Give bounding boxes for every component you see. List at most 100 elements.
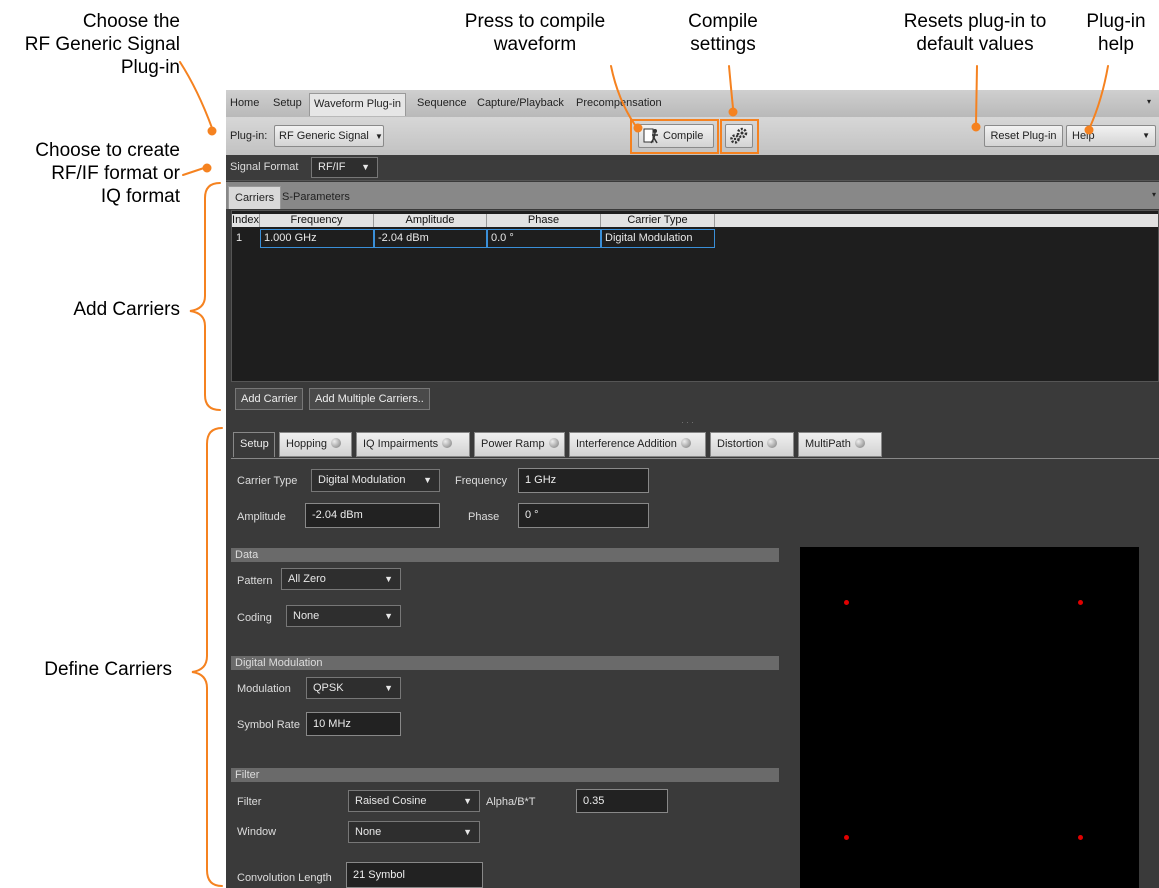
add-multiple-carriers-button[interactable]: Add Multiple Carriers.. — [309, 388, 430, 410]
column-header-phase[interactable]: Phase — [487, 214, 601, 227]
plugin-select-value: RF Generic Signal — [279, 130, 369, 142]
tab-hopping[interactable]: Hopping — [279, 432, 352, 457]
filter-select[interactable]: Raised Cosine ▼ — [348, 790, 480, 812]
plugin-label: Plug-in: — [230, 130, 268, 142]
alpha-label: Alpha/B*T — [486, 796, 536, 808]
symbol-rate-field[interactable]: 10 MHz — [306, 712, 401, 736]
carrier-table: Index Frequency Amplitude Phase Carrier … — [231, 210, 1159, 382]
coding-label: Coding — [237, 612, 272, 624]
cell-amplitude[interactable]: -2.04 dBm — [374, 229, 487, 248]
constellation-point — [844, 835, 849, 840]
dropdown-arrow-icon: ▼ — [374, 132, 383, 141]
tab-status-dot-icon — [767, 438, 778, 448]
phase-label: Phase — [468, 511, 500, 523]
frequency-label: Frequency — [455, 475, 507, 487]
modulation-label: Modulation — [237, 683, 291, 695]
menu-home[interactable]: Home — [230, 97, 259, 109]
menu-overflow-icon[interactable]: ▾ — [1147, 97, 1151, 106]
dropdown-arrow-icon: ▼ — [463, 827, 472, 837]
tab-status-dot-icon — [854, 438, 865, 448]
filter-section-header: Filter — [231, 768, 779, 782]
modulation-section-header: Digital Modulation — [231, 656, 779, 670]
dropdown-arrow-icon: ▼ — [361, 162, 370, 172]
frequency-field[interactable]: 1 GHz — [518, 468, 649, 493]
compile-settings-highlight — [720, 119, 759, 154]
convolution-length-field[interactable]: 21 Symbol — [346, 862, 483, 888]
tab-status-dot-icon — [548, 438, 559, 448]
compile-button-highlight — [630, 119, 719, 154]
cell-index[interactable]: 1 — [232, 229, 260, 248]
constellation-point — [1078, 600, 1083, 605]
menu-capture-playback[interactable]: Capture/Playback — [477, 97, 564, 109]
tab-power-ramp[interactable]: Power Ramp — [474, 432, 565, 457]
tab-interference-addition[interactable]: Interference Addition — [569, 432, 706, 457]
dropdown-arrow-icon: ▼ — [384, 611, 393, 621]
symbol-rate-label: Symbol Rate — [237, 719, 300, 731]
modulation-select[interactable]: QPSK ▼ — [306, 677, 401, 699]
menu-waveform-plugin[interactable]: Waveform Plug-in — [309, 93, 407, 116]
tabstrip-overflow-icon[interactable]: ▾ — [1152, 190, 1156, 199]
cell-phase[interactable]: 0.0 ° — [487, 229, 601, 248]
column-header-carrier-type[interactable]: Carrier Type — [601, 214, 715, 227]
tab-distortion[interactable]: Distortion — [710, 432, 794, 457]
window-select[interactable]: None ▼ — [348, 821, 480, 843]
window-label: Window — [237, 826, 277, 838]
signal-format-label: Signal Format — [230, 161, 299, 173]
tab-status-dot-icon — [330, 438, 341, 448]
cell-carrier-type[interactable]: Digital Modulation — [601, 229, 715, 248]
pattern-label: Pattern — [237, 575, 273, 587]
help-label: Help — [1072, 130, 1095, 142]
dropdown-arrow-icon: ▼ — [1142, 131, 1150, 140]
dropdown-arrow-icon: ▼ — [463, 796, 472, 806]
pattern-select[interactable]: All Zero ▼ — [281, 568, 401, 590]
add-carrier-button[interactable]: Add Carrier — [235, 388, 304, 410]
splitter-handle[interactable]: ··· — [681, 417, 696, 427]
menu-sequence[interactable]: Sequence — [417, 97, 467, 109]
carrier-tabstrip: Carriers S-Parameters ▾ — [226, 182, 1159, 209]
dropdown-arrow-icon: ▼ — [384, 683, 393, 693]
column-header-filler — [715, 214, 1158, 227]
column-header-frequency[interactable]: Frequency — [260, 214, 374, 227]
constellation-point — [844, 600, 849, 605]
callout-signal-format: Choose to create RF/IF format or IQ form… — [35, 140, 180, 207]
plugin-select[interactable]: RF Generic Signal ▼ — [274, 125, 384, 147]
tab-iq-impairments[interactable]: IQ Impairments — [356, 432, 470, 457]
column-header-amplitude[interactable]: Amplitude — [374, 214, 487, 227]
define-carrier-tabs: Setup Hopping IQ Impairments Power Ramp … — [231, 432, 1159, 459]
signal-format-bar: Signal Format RF/IF ▼ — [226, 155, 1159, 181]
column-header-index[interactable]: Index — [232, 214, 260, 227]
dropdown-arrow-icon: ▼ — [384, 574, 393, 584]
alpha-field[interactable]: 0.35 — [576, 789, 668, 813]
amplitude-field[interactable]: -2.04 dBm — [305, 503, 440, 528]
amplitude-label: Amplitude — [237, 511, 286, 523]
tab-status-dot-icon — [442, 438, 453, 448]
carrier-button-row: Add Carrier Add Multiple Carriers.. — [231, 384, 1159, 414]
help-select[interactable]: Help ▼ — [1066, 125, 1156, 147]
coding-select[interactable]: None ▼ — [286, 605, 401, 627]
tab-s-parameters[interactable]: S-Parameters — [276, 186, 356, 209]
tab-carriers[interactable]: Carriers — [228, 186, 282, 209]
data-section-header: Data — [231, 548, 779, 562]
carrier-type-label: Carrier Type — [237, 475, 298, 487]
menu-setup[interactable]: Setup — [273, 97, 302, 109]
tab-setup[interactable]: Setup — [233, 432, 275, 457]
reset-plugin-button[interactable]: Reset Plug-in — [984, 125, 1063, 147]
callout-choose-plugin: Choose the RF Generic Signal Plug-in — [24, 11, 180, 78]
convolution-length-label: Convolution Length — [237, 872, 332, 884]
callout-define-carriers: Define Carriers — [44, 659, 172, 680]
tab-multipath[interactable]: MultiPath — [798, 432, 882, 457]
phase-field[interactable]: 0 ° — [518, 503, 649, 528]
callout-compile-settings: Compile settings — [688, 11, 758, 55]
filter-label: Filter — [237, 796, 262, 808]
tab-status-dot-icon — [680, 438, 691, 448]
menu-bar: Home Setup Waveform Plug-in Sequence Cap… — [226, 90, 1159, 118]
menu-precompensation[interactable]: Precompensation — [576, 97, 662, 109]
signal-format-select[interactable]: RF/IF ▼ — [311, 157, 378, 178]
carrier-type-select[interactable]: Digital Modulation ▼ — [311, 469, 440, 492]
callout-add-carriers: Add Carriers — [73, 299, 180, 320]
callout-reset-plugin: Resets plug-in to default values — [903, 11, 1047, 55]
constellation-point — [1078, 835, 1083, 840]
callout-compile: Press to compile waveform — [464, 11, 606, 55]
cell-frequency[interactable]: 1.000 GHz — [260, 229, 374, 248]
signal-format-value: RF/IF — [318, 161, 346, 173]
